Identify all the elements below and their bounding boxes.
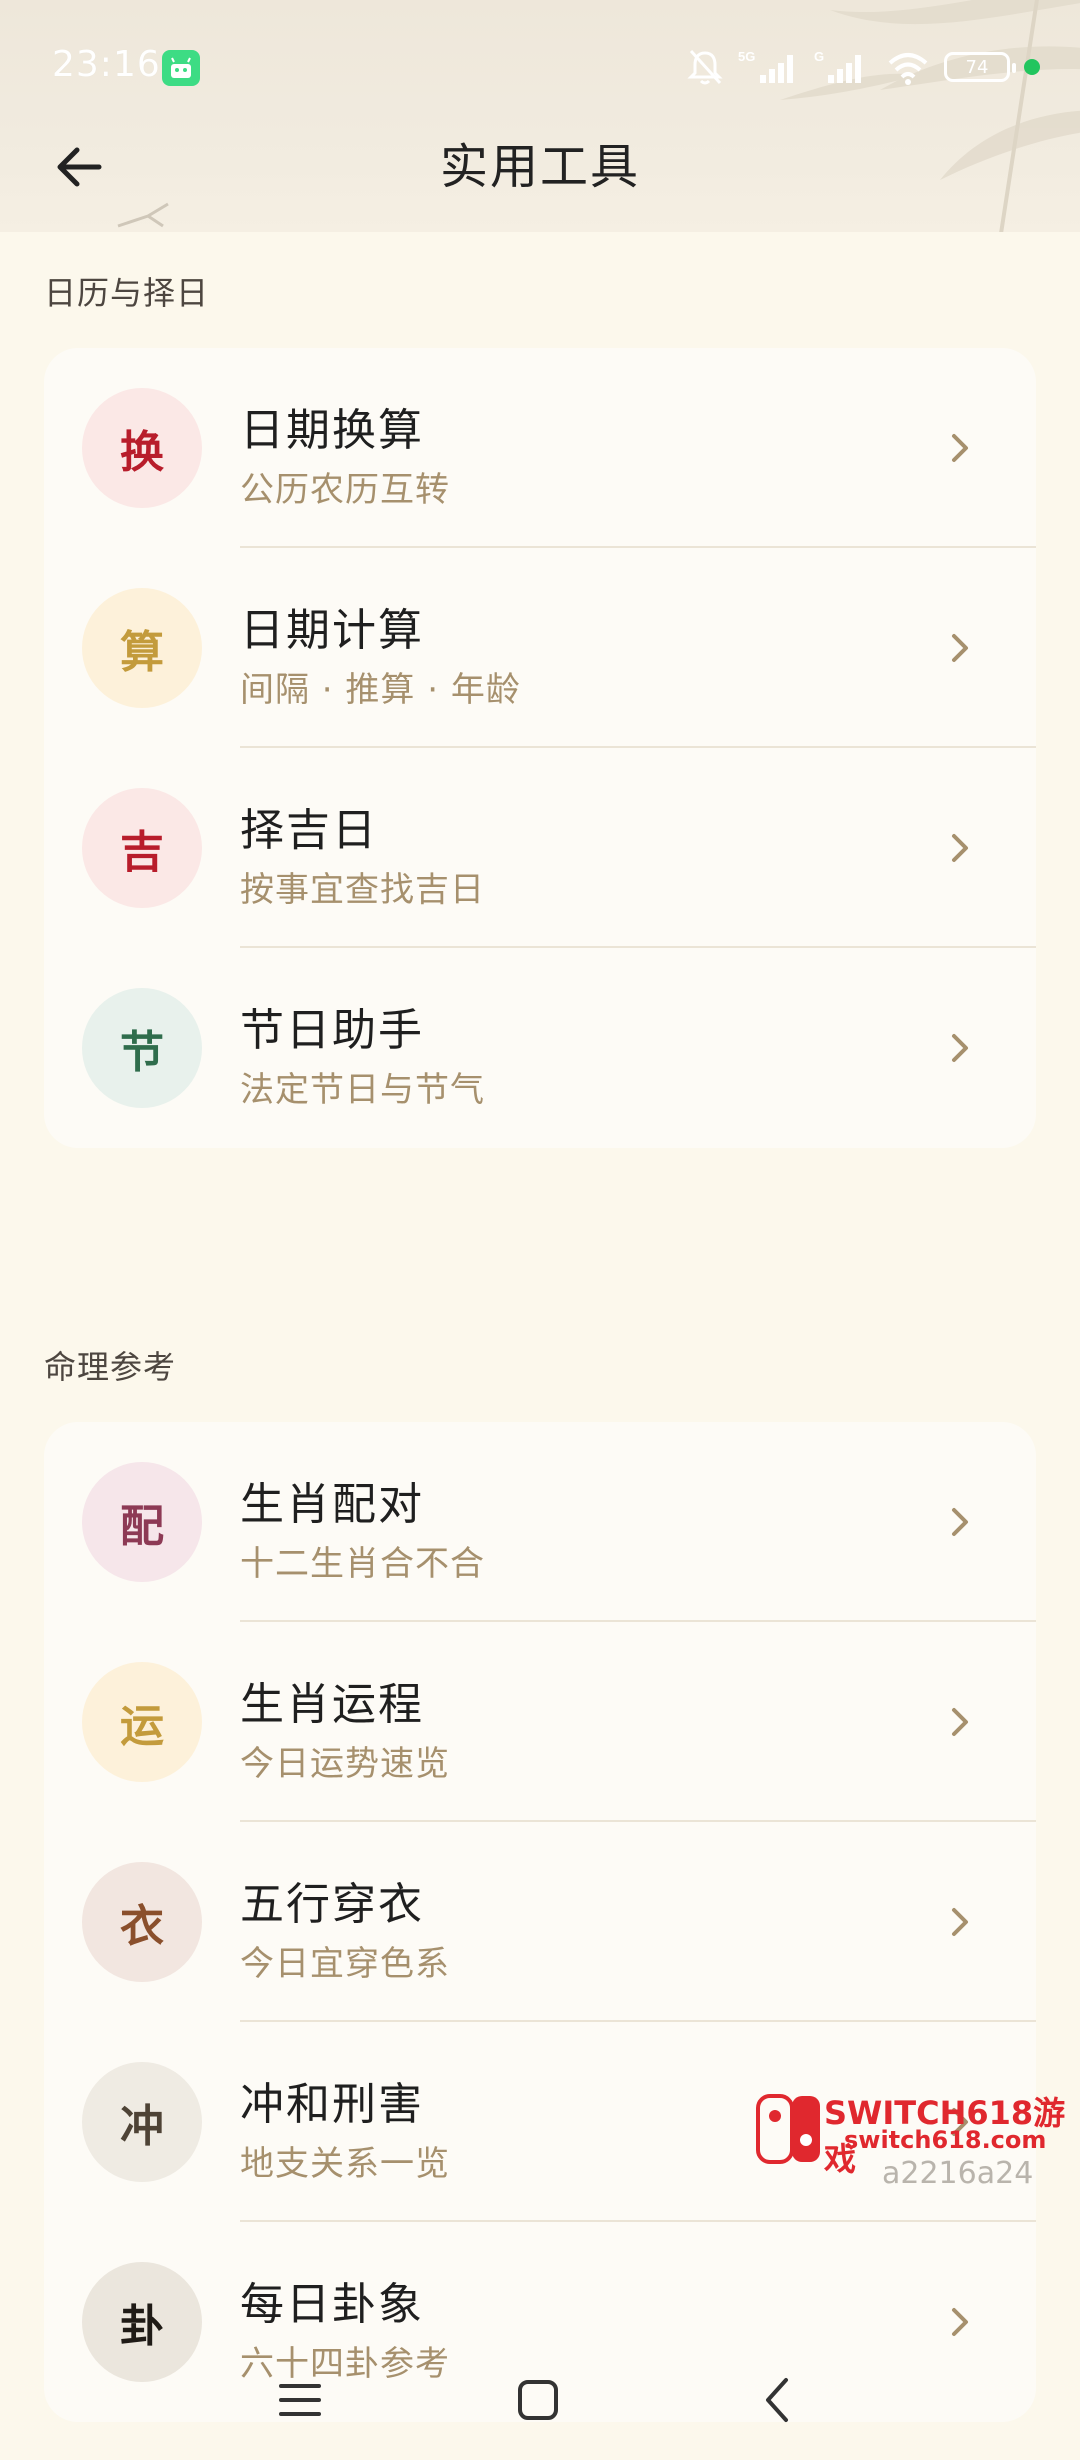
tool-subtitle: 地支关系一览 <box>240 2144 450 2184</box>
mute-bell-icon <box>687 49 723 85</box>
tool-title: 生肖配对 <box>240 1479 424 1530</box>
battery-icon: 74 <box>944 52 1016 82</box>
tool-title: 日期换算 <box>240 405 424 456</box>
tool-subtitle: 公历农历互转 <box>240 470 450 510</box>
status-time: 23:16 <box>52 44 161 85</box>
back-chevron-icon <box>766 2378 788 2422</box>
chevron-right-icon <box>952 834 968 862</box>
system-nav-bar <box>0 2340 1080 2460</box>
tool-badge-icon: 换 <box>82 388 202 508</box>
tool-badge-icon: 节 <box>82 988 202 1108</box>
svg-text:G: G <box>814 49 824 64</box>
menu-button[interactable] <box>260 2360 340 2440</box>
chevron-right-icon <box>952 1034 968 1062</box>
charging-dot-icon <box>1024 59 1040 75</box>
tool-badge-icon: 冲 <box>82 2062 202 2182</box>
android-app-icon <box>162 50 200 86</box>
tool-subtitle: 按事宜查找吉日 <box>240 870 485 910</box>
watermark-code: a2216a24 <box>882 2156 1034 2191</box>
tool-row[interactable]: 算日期计算间隔 · 推算 · 年龄 <box>44 548 1036 748</box>
wifi-icon <box>888 53 928 85</box>
page-title: 实用工具 <box>439 139 640 195</box>
menu-icon <box>279 2384 321 2416</box>
tool-subtitle: 今日运势速览 <box>240 1744 450 1784</box>
tool-row[interactable]: 运生肖运程今日运势速览 <box>44 1622 1036 1822</box>
tool-subtitle: 今日宜穿色系 <box>240 1944 450 1984</box>
home-button[interactable] <box>498 2360 578 2440</box>
svg-text:5G: 5G <box>738 49 755 64</box>
tool-title: 生肖运程 <box>240 1679 424 1730</box>
tool-subtitle: 法定节日与节气 <box>240 1070 485 1110</box>
tool-badge-icon: 运 <box>82 1662 202 1782</box>
calendar-tools-card: 换日期换算公历农历互转算日期计算间隔 · 推算 · 年龄吉择吉日按事宜查找吉日节… <box>44 348 1036 1148</box>
signal-5g-icon: 5G <box>738 49 793 83</box>
tool-title: 每日卦象 <box>240 2279 424 2330</box>
chevron-right-icon <box>952 434 968 462</box>
tool-row[interactable]: 吉择吉日按事宜查找吉日 <box>44 748 1036 948</box>
chevron-right-icon <box>952 1908 968 1936</box>
tool-row[interactable]: 配生肖配对十二生肖合不合 <box>44 1422 1036 1622</box>
status-icons: 5G G 74 <box>686 42 1040 92</box>
chevron-right-icon <box>952 2308 968 2336</box>
section-title-fortune: 命理参考 <box>44 1348 177 1386</box>
chevron-right-icon <box>952 634 968 662</box>
tool-row[interactable]: 衣五行穿衣今日宜穿色系 <box>44 1822 1036 2022</box>
tool-title: 五行穿衣 <box>240 1879 424 1930</box>
signal-g-icon: G <box>814 49 861 83</box>
app-header: 23:16 5G G 74 实用工具 <box>0 0 1080 232</box>
tool-row[interactable]: 换日期换算公历农历互转 <box>44 348 1036 548</box>
switch-logo-icon <box>756 2094 820 2164</box>
tool-badge-icon: 配 <box>82 1462 202 1582</box>
back-nav-button[interactable] <box>738 2360 818 2440</box>
tool-subtitle: 十二生肖合不合 <box>240 1544 485 1584</box>
chevron-right-icon <box>952 1508 968 1536</box>
tool-row[interactable]: 节节日助手法定节日与节气 <box>44 948 1036 1148</box>
tool-badge-icon: 算 <box>82 588 202 708</box>
watermark: SWITCH618游戏 switch618.com a2216a24 <box>756 2088 1076 2198</box>
tool-title: 择吉日 <box>240 805 378 856</box>
tool-badge-icon: 吉 <box>82 788 202 908</box>
tool-title: 节日助手 <box>240 1005 424 1056</box>
tool-title: 日期计算 <box>240 605 424 656</box>
tool-subtitle: 间隔 · 推算 · 年龄 <box>240 670 521 710</box>
tool-badge-icon: 衣 <box>82 1862 202 1982</box>
home-square-icon <box>518 2380 558 2420</box>
watermark-url: switch618.com <box>844 2126 1047 2154</box>
tool-title: 冲和刑害 <box>240 2079 424 2130</box>
chevron-right-icon <box>952 1708 968 1736</box>
section-title-calendar: 日历与择日 <box>44 274 210 312</box>
fortune-tools-card: 配生肖配对十二生肖合不合运生肖运程今日运势速览衣五行穿衣今日宜穿色系冲冲和刑害地… <box>44 1422 1036 2422</box>
status-bar: 23:16 5G G 74 <box>0 0 1080 135</box>
battery-level: 74 <box>965 56 989 78</box>
